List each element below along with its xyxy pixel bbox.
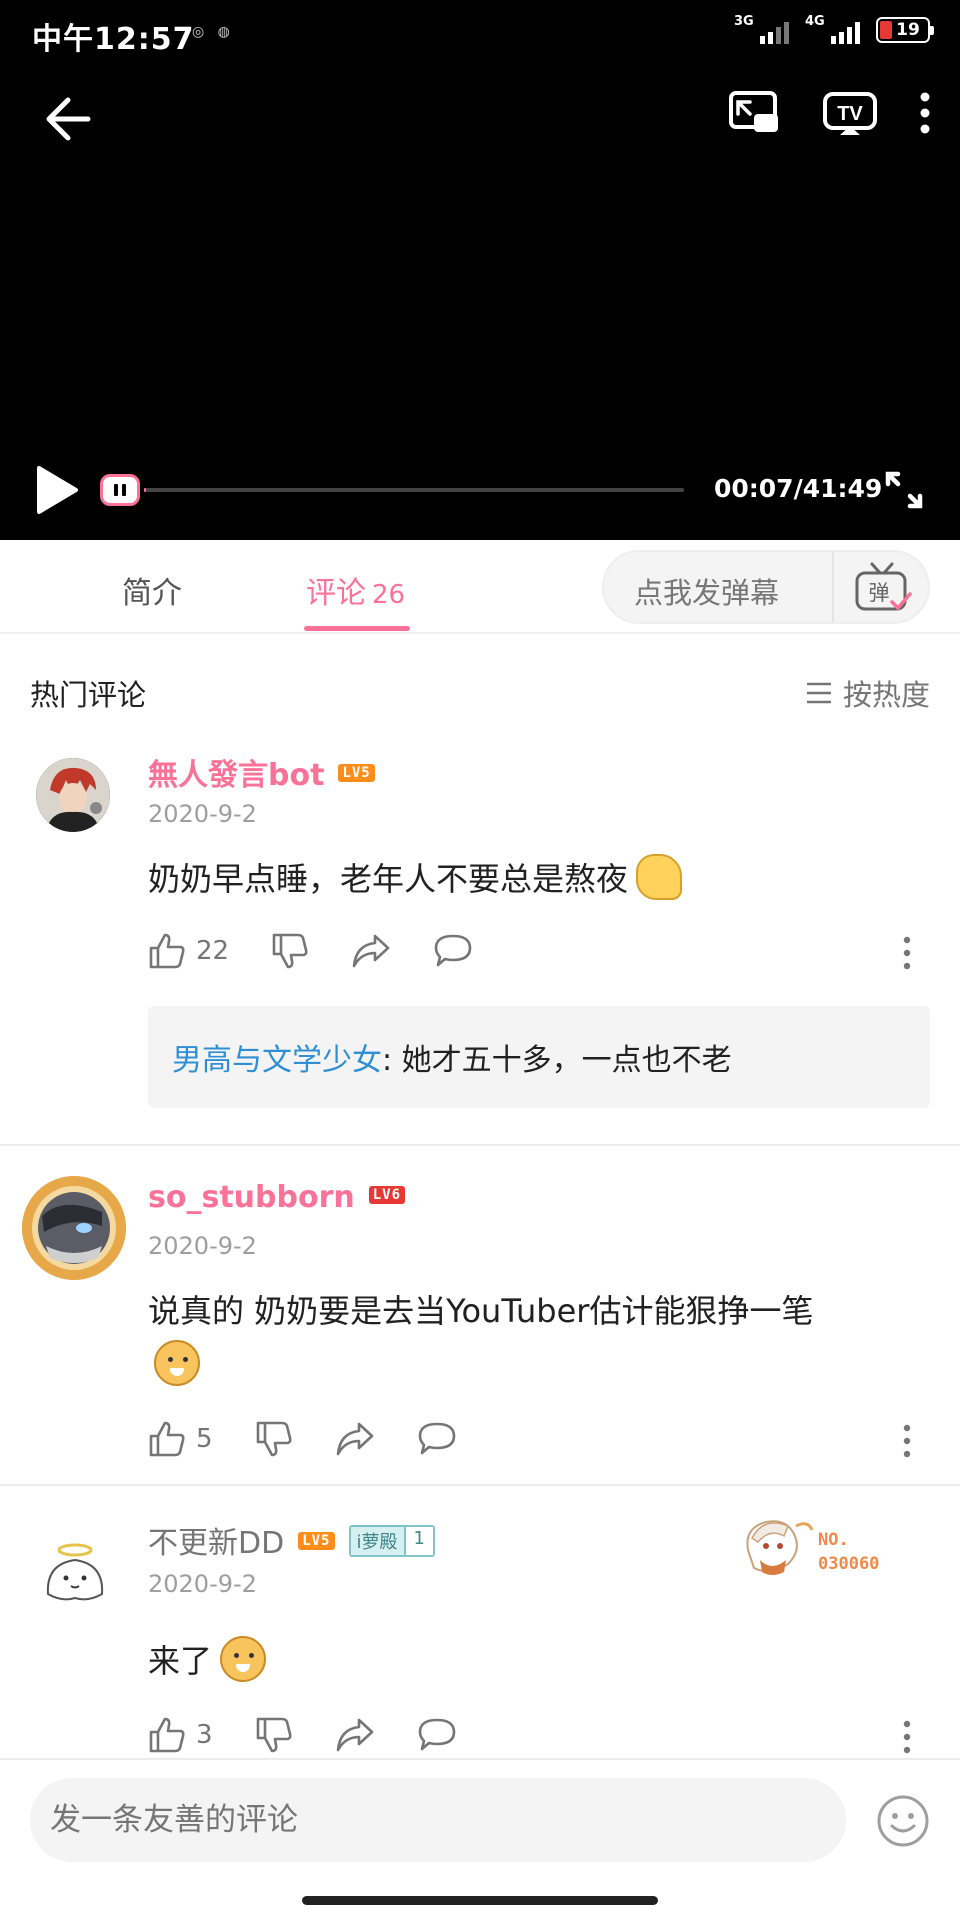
danmaku-input[interactable]: 点我发弹幕 弹 bbox=[602, 550, 930, 624]
video-player[interactable]: 中午12:57 ◎ ◍ 3G 4G 19 TV 00:07/41:49 bbox=[0, 0, 960, 540]
dislike-button[interactable] bbox=[255, 1716, 293, 1754]
battery-icon: 19 bbox=[876, 17, 934, 43]
fullscreen-icon[interactable] bbox=[884, 470, 924, 510]
like-button[interactable]: 22 bbox=[148, 932, 229, 970]
svg-text:弹: 弹 bbox=[869, 581, 890, 605]
fan-medal[interactable]: i萝殿 1 bbox=[348, 1524, 435, 1557]
notification-icons: ◎ ◍ bbox=[192, 24, 230, 40]
status-bar: 中午12:57 ◎ ◍ 3G 4G 19 bbox=[0, 0, 960, 66]
thumb-down-icon bbox=[272, 933, 308, 969]
comment-date: 2020-9-2 bbox=[148, 1570, 257, 1598]
doge-emoji bbox=[220, 1636, 267, 1682]
danmaku-toggle[interactable] bbox=[100, 474, 140, 506]
reply-preview[interactable]: 男高与文学少女: 她才五十多，一点也不老 bbox=[148, 1006, 930, 1108]
back-arrow-icon[interactable] bbox=[42, 94, 92, 144]
doge-emoji bbox=[154, 1340, 200, 1386]
username[interactable]: 不更新DD LV5 i萝殿 1 bbox=[148, 1518, 435, 1562]
comment-input[interactable] bbox=[30, 1778, 846, 1862]
avatar[interactable] bbox=[38, 1534, 112, 1608]
thumb-up-icon bbox=[149, 1421, 185, 1457]
reply-bubble-icon bbox=[418, 1422, 455, 1455]
share-icon bbox=[336, 1422, 373, 1456]
more-vertical-icon[interactable] bbox=[902, 936, 912, 970]
reply-username[interactable]: 男高与文学少女 bbox=[172, 1035, 382, 1079]
comment-text: 来了 bbox=[148, 1634, 930, 1688]
share-icon bbox=[336, 1718, 373, 1752]
send-danmaku-icon[interactable]: 弹 bbox=[852, 560, 912, 616]
reply-button[interactable] bbox=[417, 1717, 457, 1753]
username[interactable]: 無人發言bot LV5 bbox=[148, 750, 375, 794]
svg-text:TV: TV bbox=[837, 103, 863, 125]
username[interactable]: so_stubborn LV6 bbox=[148, 1180, 406, 1215]
dislike-button[interactable] bbox=[255, 1420, 293, 1458]
comment-text: 奶奶早点睡，老年人不要总是熬夜 bbox=[148, 852, 930, 906]
strong-arm-emoji bbox=[636, 854, 683, 900]
hot-comments-title: 热门评论 bbox=[30, 678, 147, 712]
status-time: 中午12:57 bbox=[32, 22, 195, 57]
sort-icon bbox=[806, 682, 831, 704]
avatar[interactable] bbox=[36, 758, 110, 832]
more-vertical-icon[interactable] bbox=[902, 1720, 912, 1754]
comment-date: 2020-9-2 bbox=[148, 800, 257, 828]
playback-time: 00:07/41:49 bbox=[714, 474, 883, 503]
reply-button[interactable] bbox=[417, 1421, 457, 1457]
picture-in-picture-icon[interactable] bbox=[728, 90, 780, 136]
play-icon[interactable] bbox=[34, 464, 80, 516]
progress-bar[interactable] bbox=[144, 488, 684, 492]
thumb-up-icon bbox=[149, 933, 185, 969]
fan-card-number: NO. 030060 bbox=[818, 1530, 880, 1574]
reply-text: : 她才五十多，一点也不老 bbox=[382, 1043, 732, 1078]
more-vertical-icon[interactable] bbox=[902, 1424, 912, 1458]
reply-bubble-icon bbox=[434, 934, 472, 967]
level-badge: LV6 bbox=[368, 1185, 406, 1204]
share-button[interactable] bbox=[351, 933, 391, 969]
divider bbox=[0, 1484, 960, 1486]
like-button[interactable]: 5 bbox=[148, 1420, 213, 1458]
sort-button[interactable]: 按热度 bbox=[805, 672, 930, 714]
like-button[interactable]: 3 bbox=[148, 1716, 213, 1754]
signal-3g-icon: 3G bbox=[734, 14, 789, 44]
reply-button[interactable] bbox=[433, 933, 473, 969]
level-badge: LV5 bbox=[298, 1531, 335, 1550]
tab-intro[interactable]: 简介 bbox=[122, 568, 182, 612]
tv-cast-icon[interactable]: TV bbox=[822, 90, 878, 136]
more-vertical-icon[interactable] bbox=[920, 92, 930, 134]
thumb-down-icon bbox=[256, 1717, 292, 1753]
comment-text: 说真的 奶奶要是去当YouTuber估计能狠挣一笔 bbox=[148, 1284, 930, 1392]
divider bbox=[0, 1144, 960, 1146]
reply-bubble-icon bbox=[418, 1718, 455, 1751]
level-badge: LV5 bbox=[338, 763, 375, 782]
fan-card-badge-icon[interactable] bbox=[740, 1510, 816, 1580]
dislike-button[interactable] bbox=[271, 932, 309, 970]
share-button[interactable] bbox=[335, 1717, 375, 1753]
tab-indicator bbox=[304, 626, 410, 631]
thumb-up-icon bbox=[149, 1717, 185, 1753]
tab-comments[interactable]: 评论 26 bbox=[306, 568, 405, 612]
share-button[interactable] bbox=[335, 1421, 375, 1457]
avatar[interactable] bbox=[22, 1176, 126, 1280]
emoji-icon[interactable] bbox=[876, 1794, 930, 1848]
comment-date: 2020-9-2 bbox=[148, 1232, 257, 1260]
home-indicator[interactable] bbox=[302, 1896, 658, 1905]
share-icon bbox=[352, 934, 390, 968]
thumb-down-icon bbox=[256, 1421, 292, 1457]
signal-4g-icon: 4G bbox=[805, 14, 860, 44]
